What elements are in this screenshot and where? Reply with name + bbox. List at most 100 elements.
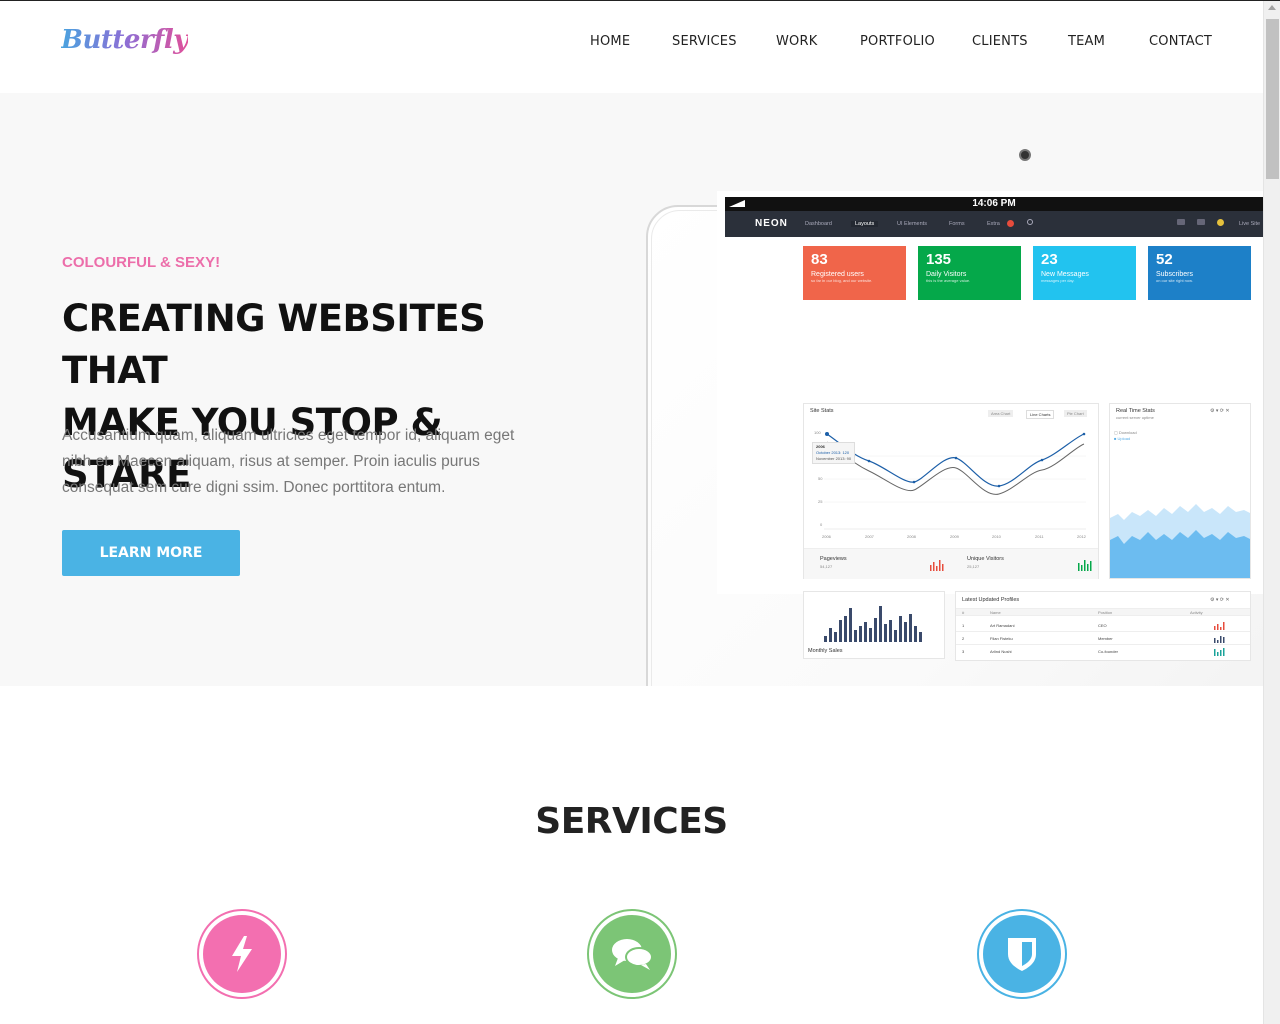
tile-number: 23 [1041,251,1058,268]
x-tick: 2009 [950,534,959,539]
status-bar: 14:06 PM [725,197,1263,211]
col-header: Activity [1190,610,1203,615]
tile-label: Daily Visitors [926,271,967,278]
site-header: Butterfly HOME SERVICES WORK PORTFOLIO C… [0,1,1263,93]
x-tick: 2007 [865,534,874,539]
menu-ui-elements: UI Elements [897,221,927,227]
menu-dashboard: Dashboard [805,221,832,227]
col-header: Name [990,610,1001,615]
legend-download-text: Download [1118,430,1137,435]
realtime-title: Real Time Stats [1116,408,1155,414]
x-tick: 2012 [1077,534,1086,539]
app-brand: NEON [755,218,788,229]
legend-upload: ■ Upload [1114,436,1131,441]
x-tick: 2008 [907,534,916,539]
nav-work[interactable]: WORK [776,34,817,49]
nav-team[interactable]: TEAM [1068,34,1105,49]
nav-clients[interactable]: CLIENTS [972,34,1028,49]
tab-line-charts: Line Charts [1026,410,1055,419]
learn-more-button[interactable]: LEARN MORE [62,530,240,576]
shield-icon [983,915,1061,993]
legend-upload-text: Upload [1117,436,1131,441]
mail-icon [1197,219,1205,225]
table-row: 3 Arlind Nushi Co-founder [956,646,1250,658]
live-site-link: Live Site [1239,221,1261,227]
nav-portfolio[interactable]: PORTFOLIO [860,34,935,49]
service-chat[interactable] [587,909,677,999]
bell-icon [1217,219,1224,226]
col-header: # [962,610,965,615]
search-icon [1027,219,1033,225]
row-name: Arlind Nushi [990,649,1012,654]
headline-line-1: CREATING WEBSITES THAT [62,297,486,392]
pageviews-label: Pageviews [820,556,847,562]
profiles-header-row: # Name Position Activity [956,608,1250,616]
nav-services[interactable]: SERVICES [672,34,737,49]
x-tick: 2011 [1035,534,1044,539]
tooltip-line-2: November 2013: 90 [816,456,852,461]
unique-visitors-value: 25,127 [967,564,980,569]
row-position: Co-founder [1098,649,1119,654]
page: Butterfly HOME SERVICES WORK PORTFOLIO C… [0,0,1280,1024]
site-stats-panel: Site Stats Area Chart Line Charts Pie Ch… [803,403,1099,579]
tile-daily-visitors: 135 Daily Visitors this is the average v… [918,246,1021,300]
monthly-sales-label: Monthly Sales [808,648,843,654]
y-tick: 25 [818,499,823,504]
scrollbar[interactable] [1263,1,1280,1024]
services-heading: SERVICES [535,801,728,842]
col-header: Position [1098,610,1113,615]
activity-bars [1214,636,1225,643]
row-index: 3 [962,649,965,654]
y-tick: 0 [820,522,823,527]
profiles-title: Latest Updated Profiles [962,597,1020,603]
realtime-area-chart [1110,504,1250,578]
nav-home[interactable]: HOME [590,34,630,49]
scrollbar-thumb[interactable] [1266,19,1279,179]
tile-sub: this is the average value. [926,278,971,283]
menu-extra: Extra [987,221,1000,227]
scroll-up-arrow-icon[interactable] [1268,5,1276,10]
logo[interactable]: Butterfly [61,25,188,55]
stats-footer: Pageviews 54,127 Unique Visitors 25,127 [804,548,1098,579]
service-shield[interactable] [977,909,1067,999]
row-name: Filan Fisteku [990,636,1013,641]
hero-lede: Accusantium quam, aliquam ultricies eget… [62,427,515,496]
row-position: CEO [1098,623,1107,628]
tile-label: New Messages [1041,271,1089,278]
tile-number: 135 [926,251,952,268]
tile-subscribers: 52 Subscribers on our site right now. [1148,246,1251,300]
signal-icon [729,200,745,207]
row-name: Art Ramadani [990,623,1015,628]
chart-tooltip: 2006 October 2013: 120 November 2013: 90 [812,442,856,464]
app-navbar: NEON Dashboard Layouts UI Elements Forms… [725,211,1263,237]
tile-label: Subscribers [1156,271,1193,278]
activity-bars [1214,622,1225,630]
realtime-stats-panel: Real Time Stats current server uptime ⚙ … [1109,403,1251,579]
profiles-controls-icon: ⚙ ▾ ⟳ ✕ [1210,597,1230,603]
monthly-sales-panel: Monthly Sales [803,591,945,659]
unique-visitors-label: Unique Visitors [967,556,1004,562]
profiles-panel: Latest Updated Profiles ⚙ ▾ ⟳ ✕ # Name P… [955,591,1251,661]
tab-pie-chart: Pie Chart [1064,410,1087,417]
row-index: 1 [962,623,965,628]
nav-contact[interactable]: CONTACT [1149,34,1212,49]
pageviews-value: 54,127 [820,564,833,569]
legend-download: ▢ Download [1114,430,1137,435]
badge-dot [1007,220,1014,227]
tile-sub: messages per day. [1041,278,1075,283]
y-tick: 50 [818,476,823,481]
line-chart [824,432,1086,530]
realtime-subtitle: current server uptime [1116,415,1154,420]
site-stats-title: Site Stats [810,408,834,414]
chat-bubbles-icon [593,915,671,993]
tile-registered-users: 83 Registered users so far in our blog, … [803,246,906,300]
service-lightning[interactable] [197,909,287,999]
tab-area-chart: Area Chart [988,410,1014,417]
table-row: 2 Filan Fisteku Member [956,633,1250,645]
pageviews-sparkbars [930,560,944,571]
x-tick: 2010 [992,534,1001,539]
tile-number: 83 [811,251,828,268]
table-row: 1 Art Ramadani CEO [956,620,1250,632]
dashboard-screenshot: 14:06 PM NEON Dashboard Layouts UI Eleme… [717,191,1263,661]
tablet-camera [1019,149,1031,161]
